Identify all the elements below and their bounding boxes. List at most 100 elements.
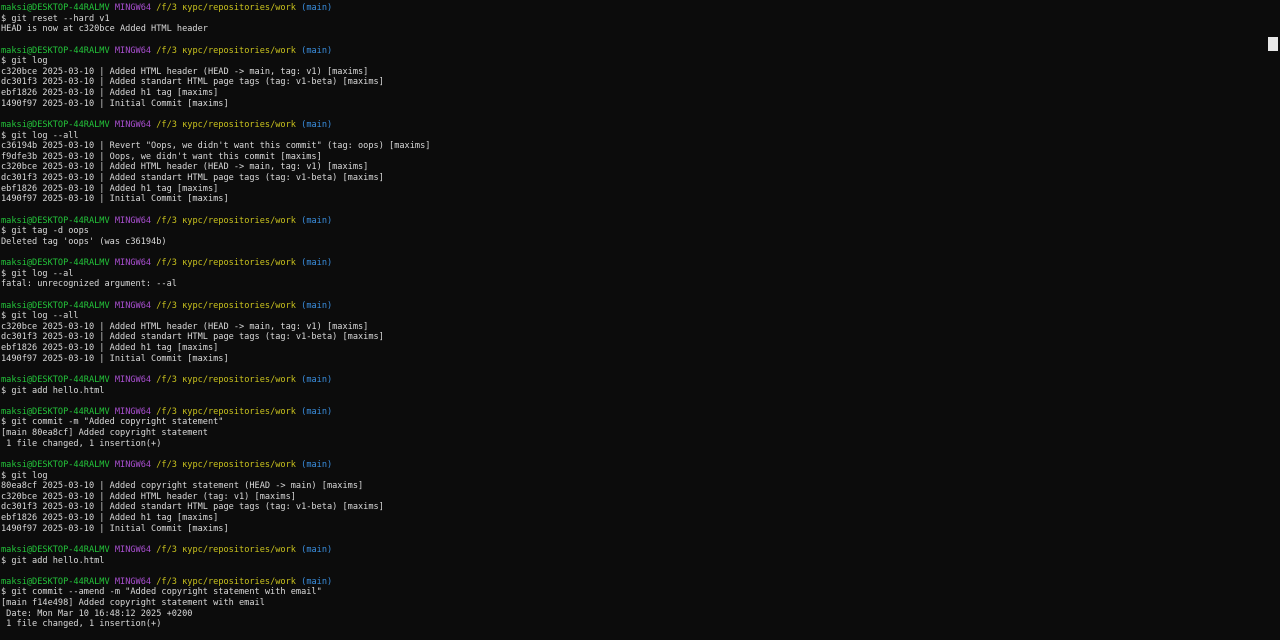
prompt-line: maksi@DESKTOP-44RALMV MINGW64 /f/3 курс/… xyxy=(1,216,1266,227)
prompt-system: MINGW64 xyxy=(114,45,152,56)
prompt-path: /f/3 курс/repositories/work xyxy=(156,406,296,417)
prompt-system: MINGW64 xyxy=(114,544,152,555)
prompt-branch: (main) xyxy=(301,300,333,311)
prompt-line: maksi@DESKTOP-44RALMV MINGW64 /f/3 курс/… xyxy=(1,258,1266,269)
prompt-user: maksi@DESKTOP-44RALMV xyxy=(1,300,110,311)
prompt-line: maksi@DESKTOP-44RALMV MINGW64 /f/3 курс/… xyxy=(1,301,1266,312)
prompt-branch: (main) xyxy=(301,258,333,268)
prompt-path: /f/3 курс/repositories/work xyxy=(156,258,296,268)
prompt-line: maksi@DESKTOP-44RALMV MINGW64 /f/3 курс/… xyxy=(1,3,1266,14)
output-line: c320bce 2025-03-10 | Added HTML header (… xyxy=(1,66,369,77)
output-line: ebf1826 2025-03-10 | Added h1 tag [maxim… xyxy=(1,343,219,353)
prompt-branch: (main) xyxy=(301,119,333,130)
output-line: fatal: unrecognized argument: --al xyxy=(1,279,177,290)
prompt-branch: (main) xyxy=(301,576,333,587)
prompt-system: MINGW64 xyxy=(114,215,152,226)
prompt-path: /f/3 курс/repositories/work xyxy=(156,45,296,56)
command-line: $ git commit --amend -m "Added copyright… xyxy=(1,587,322,598)
prompt-path: /f/3 курс/repositories/work xyxy=(156,300,296,311)
prompt-path: /f/3 курс/repositories/work xyxy=(156,459,296,470)
command-line: $ git tag -d oops xyxy=(1,226,89,237)
output-line: 80ea8cf 2025-03-10 | Added copyright sta… xyxy=(1,481,364,492)
prompt-user: maksi@DESKTOP-44RALMV xyxy=(1,576,110,587)
output-line: dc301f3 2025-03-10 | Added standart HTML… xyxy=(1,332,384,343)
prompt-line: maksi@DESKTOP-44RALMV MINGW64 /f/3 курс/… xyxy=(1,545,1266,556)
command-line: $ git log --al xyxy=(1,268,74,279)
prompt-branch: (main) xyxy=(301,3,333,13)
prompt-line: maksi@DESKTOP-44RALMV MINGW64 /f/3 курс/… xyxy=(1,375,1266,386)
prompt-line: maksi@DESKTOP-44RALMV MINGW64 /f/3 курс/… xyxy=(1,577,1266,588)
output-line: Date: Mon Mar 10 16:48:12 2025 +0200 xyxy=(1,608,193,619)
output-line: ebf1826 2025-03-10 | Added h1 tag [maxim… xyxy=(1,183,219,194)
output-line: [main 80ea8cf] Added copyright statement xyxy=(1,428,208,438)
prompt-system: MINGW64 xyxy=(114,300,152,311)
output-line: 1490f97 2025-03-10 | Initial Commit [max… xyxy=(1,98,229,109)
prompt-branch: (main) xyxy=(301,459,333,470)
output-line: f9dfe3b 2025-03-10 | Oops, we didn't wan… xyxy=(1,151,322,162)
output-line: [main f14e498] Added copyright statement… xyxy=(1,598,265,608)
prompt-system: MINGW64 xyxy=(114,258,152,268)
output-line: ebf1826 2025-03-10 | Added h1 tag [maxim… xyxy=(1,88,219,98)
output-line: Deleted tag 'oops' (was c36194b) xyxy=(1,236,167,247)
prompt-user: maksi@DESKTOP-44RALMV xyxy=(1,406,110,417)
command-line: $ git log xyxy=(1,56,48,67)
prompt-user: maksi@DESKTOP-44RALMV xyxy=(1,459,110,470)
command-line: $ git log xyxy=(1,470,48,481)
prompt-path: /f/3 курс/repositories/work xyxy=(156,3,296,13)
prompt-system: MINGW64 xyxy=(114,406,152,417)
output-line: HEAD is now at c320bce Added HTML header xyxy=(1,24,208,35)
prompt-system: MINGW64 xyxy=(114,374,152,385)
output-line: 1490f97 2025-03-10 | Initial Commit [max… xyxy=(1,194,229,205)
command-line: $ git add hello.html xyxy=(1,385,105,396)
prompt-path: /f/3 курс/repositories/work xyxy=(156,576,296,587)
command-line: $ git commit -m "Added copyright stateme… xyxy=(1,417,224,428)
output-line: 1490f97 2025-03-10 | Initial Commit [max… xyxy=(1,523,229,534)
prompt-line: maksi@DESKTOP-44RALMV MINGW64 /f/3 курс/… xyxy=(1,46,1266,57)
prompt-user: maksi@DESKTOP-44RALMV xyxy=(1,374,110,385)
output-line: c320bce 2025-03-10 | Added HTML header (… xyxy=(1,491,296,502)
output-line: 1 file changed, 1 insertion(+) xyxy=(1,619,162,630)
prompt-system: MINGW64 xyxy=(114,459,152,470)
prompt-line: maksi@DESKTOP-44RALMV MINGW64 /f/3 курс/… xyxy=(1,460,1266,471)
prompt-branch: (main) xyxy=(301,544,333,555)
prompt-branch: (main) xyxy=(301,45,333,56)
prompt-branch: (main) xyxy=(301,215,333,226)
prompt-user: maksi@DESKTOP-44RALMV xyxy=(1,544,110,555)
output-line: c320bce 2025-03-10 | Added HTML header (… xyxy=(1,321,369,332)
output-line: ebf1826 2025-03-10 | Added h1 tag [maxim… xyxy=(1,513,219,523)
output-line: dc301f3 2025-03-10 | Added standart HTML… xyxy=(1,173,384,183)
prompt-system: MINGW64 xyxy=(114,576,152,587)
prompt-path: /f/3 курс/repositories/work xyxy=(156,215,296,226)
scrollbar-thumb[interactable] xyxy=(1268,37,1278,51)
prompt-user: maksi@DESKTOP-44RALMV xyxy=(1,45,110,56)
output-line: c36194b 2025-03-10 | Revert "Oops, we di… xyxy=(1,141,431,152)
prompt-user: maksi@DESKTOP-44RALMV xyxy=(1,119,110,130)
terminal-scrollbar[interactable] xyxy=(1266,0,1280,640)
prompt-path: /f/3 курс/repositories/work xyxy=(156,544,296,555)
command-line: $ git log --all xyxy=(1,130,79,141)
output-line: dc301f3 2025-03-10 | Added standart HTML… xyxy=(1,77,384,88)
output-line: c320bce 2025-03-10 | Added HTML header (… xyxy=(1,162,369,173)
prompt-user: maksi@DESKTOP-44RALMV xyxy=(1,215,110,226)
prompt-branch: (main) xyxy=(301,374,333,385)
prompt-line: maksi@DESKTOP-44RALMV MINGW64 /f/3 курс/… xyxy=(1,407,1266,418)
prompt-branch: (main) xyxy=(301,406,333,417)
prompt-user: maksi@DESKTOP-44RALMV xyxy=(1,258,110,268)
prompt-path: /f/3 курс/repositories/work xyxy=(156,374,296,385)
terminal-output[interactable]: maksi@DESKTOP-44RALMV MINGW64 /f/3 курс/… xyxy=(0,0,1266,640)
command-line: $ git log --all xyxy=(1,311,79,322)
prompt-system: MINGW64 xyxy=(114,119,152,130)
prompt-path: /f/3 курс/repositories/work xyxy=(156,119,296,130)
output-line: 1 file changed, 1 insertion(+) xyxy=(1,438,162,449)
prompt-user: maksi@DESKTOP-44RALMV xyxy=(1,3,110,13)
